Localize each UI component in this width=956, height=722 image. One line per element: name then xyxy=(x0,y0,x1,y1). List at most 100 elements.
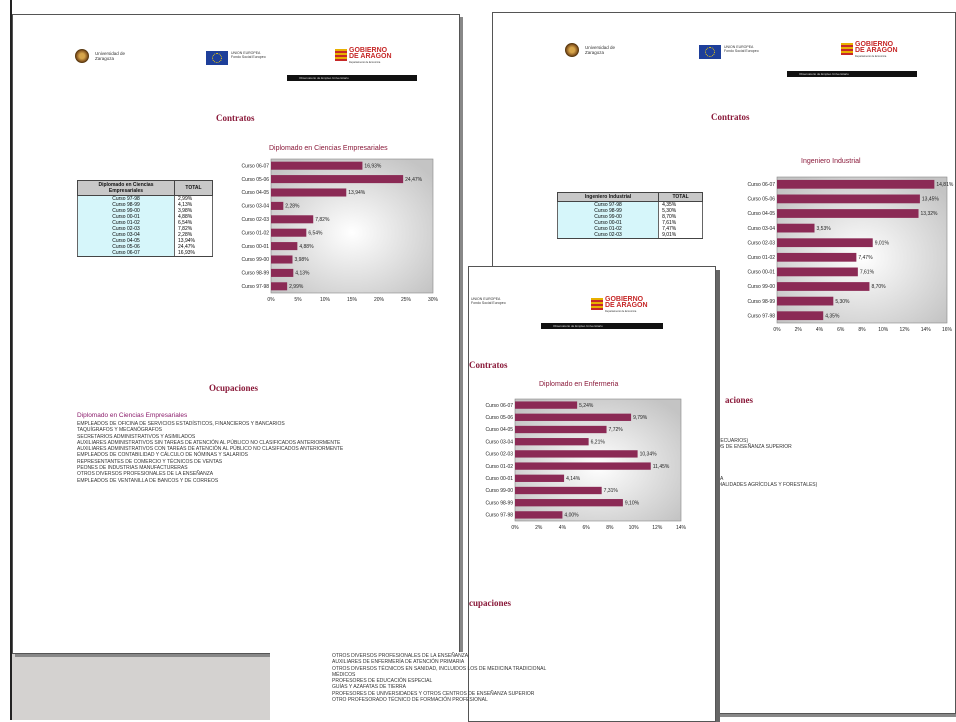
data-label: 6,54% xyxy=(308,230,323,236)
bar xyxy=(515,474,565,482)
data-label: 16,93% xyxy=(364,163,382,169)
data-label: 5,24% xyxy=(579,403,594,409)
category-label: Curso 05-06 xyxy=(241,177,269,183)
x-tick-label: 10% xyxy=(629,525,640,531)
ga-logo-title: GOBIERNO DE ARAGON xyxy=(605,296,648,309)
bar xyxy=(515,511,563,519)
eu-logo-sub: Fondo Social Europeo xyxy=(231,55,266,59)
data-label: 4,13% xyxy=(295,271,310,277)
x-tick-label: 25% xyxy=(401,297,412,303)
bar xyxy=(271,282,288,291)
data-label: 14,81% xyxy=(936,182,954,188)
category-label: Curso 03-04 xyxy=(747,226,775,232)
university-seal-icon xyxy=(565,43,579,57)
ga-logo-sub: Departamento de Economía xyxy=(605,310,637,313)
ocupaciones-heading: Ocupaciones xyxy=(209,383,259,393)
category-label: Curso 99-00 xyxy=(241,257,269,263)
bar xyxy=(515,438,589,446)
bar xyxy=(515,401,578,409)
data-label: 3,53% xyxy=(817,226,832,232)
bar xyxy=(777,267,858,277)
data-label: 4,88% xyxy=(299,244,314,250)
bar xyxy=(271,255,293,264)
x-tick-label: 0% xyxy=(773,327,781,333)
bar xyxy=(515,499,623,507)
bar-chart-ingeniero: 0% 2% 4% 6% 8% 10% 12% 14% 16% Curso 06-07 14,81% C… xyxy=(747,176,954,333)
category-label: Curso 00-01 xyxy=(485,476,513,482)
bar xyxy=(777,252,857,262)
category-label: Curso 01-02 xyxy=(241,230,269,236)
data-label: 7,47% xyxy=(858,255,873,261)
category-label: Curso 99-00 xyxy=(485,488,513,494)
category-label: Curso 03-04 xyxy=(241,204,269,210)
ga-logo-sub: Departamento de Economía xyxy=(855,55,887,58)
list-item: OTRO PROFESORADO TÉCNICO DE FORMACIÓN PR… xyxy=(332,697,488,704)
data-table: Diplomado en Ciencias Empresariales TOTA… xyxy=(77,180,213,257)
occupations-list: PECUARIOS) OS DE ENSEÑANZA SUPERIOR ZA D… xyxy=(717,438,817,488)
university-seal-icon xyxy=(75,49,89,63)
x-tick-label: 0% xyxy=(511,525,519,531)
category-label: Curso 06-07 xyxy=(241,163,269,169)
category-label: Curso 06-07 xyxy=(747,182,775,188)
data-label: 7,31% xyxy=(604,488,619,494)
chart-title: Ingeniero Industrial xyxy=(801,158,861,165)
x-tick-label: 14% xyxy=(676,525,687,531)
x-tick-label: 30% xyxy=(428,297,439,303)
unizar-logo: Universidad de Zaragoza xyxy=(75,49,129,63)
bar xyxy=(777,194,920,204)
ga-logo-title: GOBIERNO DE ARAGON xyxy=(855,41,898,54)
data-label: 11,45% xyxy=(653,464,670,470)
occupations-list: EMPLEADOS DE OFICINA DE SERVICIOS ESTADÍ… xyxy=(77,421,343,484)
bar xyxy=(515,486,602,495)
category-label: Curso 00-01 xyxy=(241,244,269,250)
x-tick-label: 6% xyxy=(583,525,591,531)
data-label: 9,01% xyxy=(875,240,890,246)
category-label: Curso 98-99 xyxy=(485,500,513,506)
category-label: Curso 02-03 xyxy=(485,452,513,458)
aragon-flag-icon xyxy=(335,49,347,61)
ga-logo-sub: Departamento de Economía xyxy=(349,61,381,64)
bar xyxy=(271,242,298,251)
data-label: 4,14% xyxy=(566,476,581,482)
list-item: DIALIDADES AGRÍCOLAS Y FORESTALES) xyxy=(717,481,818,488)
category-label: Curso 01-02 xyxy=(485,464,513,470)
data-label: 24,47% xyxy=(405,177,423,183)
bar xyxy=(271,268,294,277)
data-label: 4,35% xyxy=(825,313,840,319)
bar xyxy=(515,413,632,421)
bar xyxy=(271,188,347,197)
data-label: 3,98% xyxy=(294,257,309,263)
data-label: 4,00% xyxy=(564,513,579,519)
eu-logo: UNION EUROPEA Fondo Social Europeo xyxy=(471,297,506,305)
bar xyxy=(271,201,284,210)
bar xyxy=(271,228,307,237)
unizar-logo-text: Universidad de Zaragoza xyxy=(585,45,616,55)
x-tick-label: 0% xyxy=(267,297,275,303)
data-label: 7,72% xyxy=(609,427,624,433)
data-label: 13,94% xyxy=(348,190,366,196)
eu-flag-icon xyxy=(699,45,721,59)
contratos-heading: Contratos xyxy=(216,113,255,123)
bar xyxy=(777,223,815,233)
x-tick-label: 8% xyxy=(858,327,866,333)
x-tick-label: 2% xyxy=(795,327,803,333)
table-header: Diplomado en Ciencias Empresariales xyxy=(77,180,175,196)
x-tick-label: 10% xyxy=(320,297,331,303)
x-tick-label: 6% xyxy=(837,327,845,333)
x-tick-label: 10% xyxy=(878,327,889,333)
x-tick-label: 2% xyxy=(535,525,543,531)
data-label: 13,45% xyxy=(922,197,940,203)
data-label: 8,70% xyxy=(871,284,886,290)
ocupaciones-heading: aciones xyxy=(725,395,753,405)
category-label: Curso 04-05 xyxy=(241,190,269,196)
data-label: 7,61% xyxy=(860,270,875,276)
occupations-list: OTROS DIVERSOS PROFESIONALES DE LA ENSEÑ… xyxy=(332,653,546,703)
category-label: Curso 04-05 xyxy=(485,427,513,433)
bar xyxy=(777,209,919,218)
data-label: 9,10% xyxy=(625,500,640,506)
category-label: Curso 98-99 xyxy=(747,299,775,305)
bar xyxy=(271,175,404,184)
data-label: 2,28% xyxy=(285,204,300,210)
bar-chart-ciencias-empresariales: 0% 5% 10% 15% 20% 25% 30% Curso 06-07 16,93% Curs… xyxy=(241,158,439,303)
category-label: Curso 02-03 xyxy=(747,240,775,246)
